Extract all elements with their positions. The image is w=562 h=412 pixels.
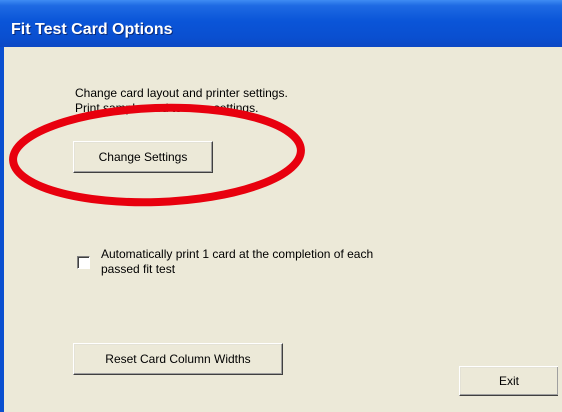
description-line-2: Print sample card to save settings.	[75, 101, 259, 115]
change-settings-button[interactable]: Change Settings	[73, 141, 213, 173]
auto-print-label-line-1: Automatically print 1 card at the comple…	[101, 247, 374, 261]
auto-print-label-line-2: passed fit test	[101, 262, 176, 276]
auto-print-label: Automatically print 1 card at the comple…	[101, 247, 373, 277]
exit-button[interactable]: Exit	[459, 366, 558, 396]
description-line-1: Change card layout and printer settings.	[75, 86, 288, 100]
window-title: Fit Test Card Options	[11, 21, 173, 38]
title-bar[interactable]: Fit Test Card Options	[0, 0, 562, 47]
auto-print-checkbox[interactable]	[77, 256, 90, 269]
reset-card-column-widths-button[interactable]: Reset Card Column Widths	[73, 343, 283, 375]
fit-test-card-options-window: Fit Test Card Options Change card layout…	[0, 0, 562, 412]
description-text: Change card layout and printer settings.…	[75, 86, 288, 116]
